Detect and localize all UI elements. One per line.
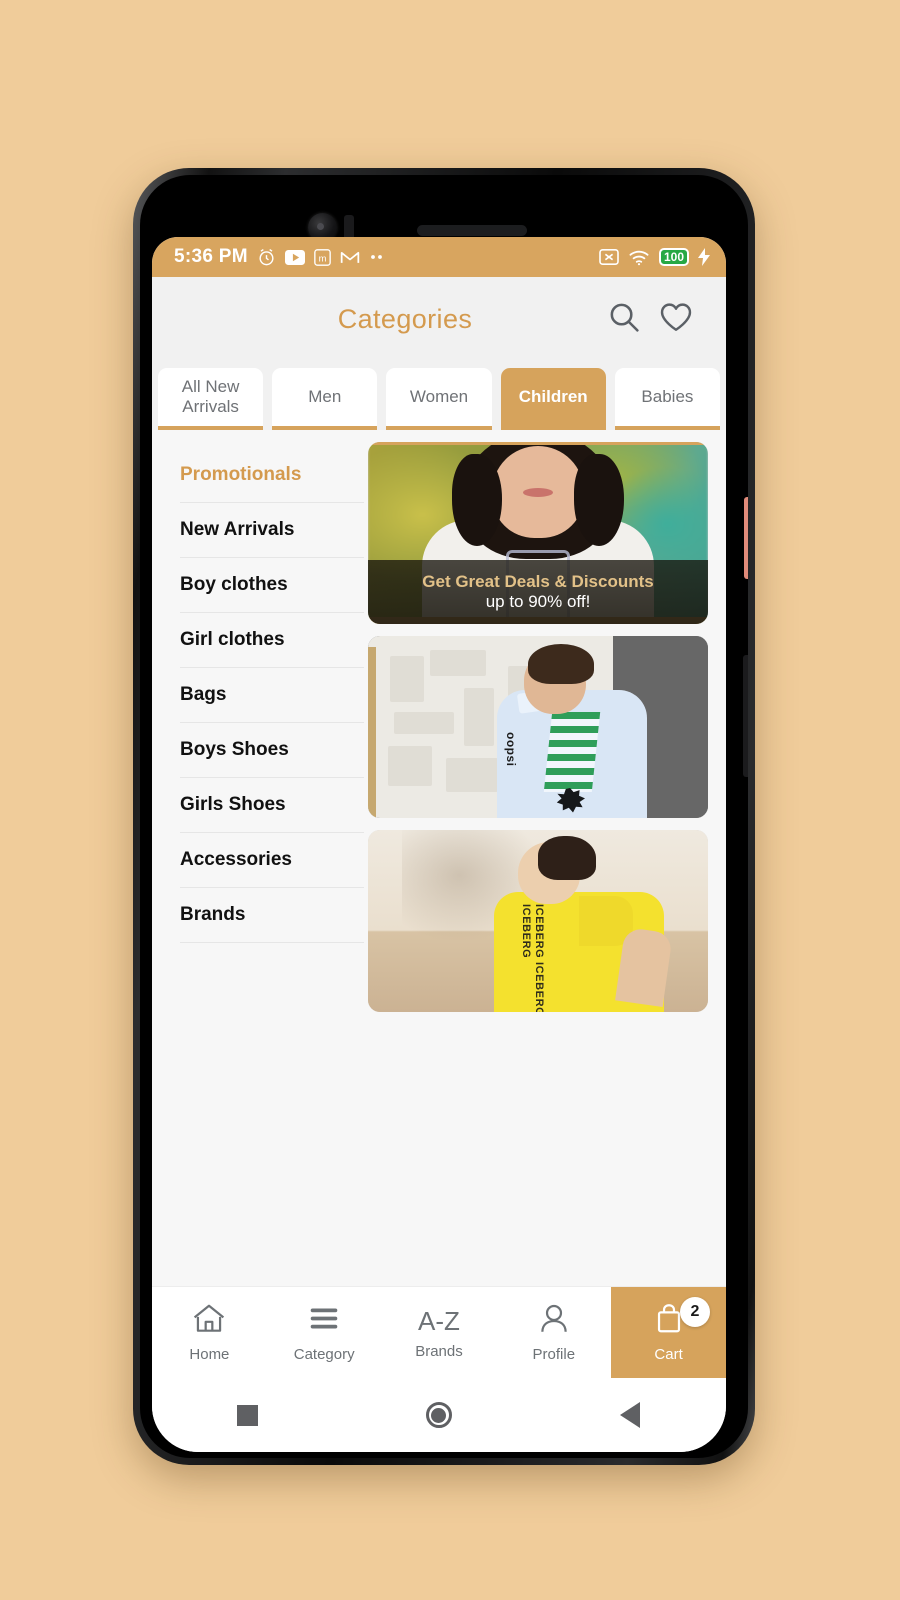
- sidebar-item-accessories[interactable]: Accessories: [180, 833, 364, 888]
- person-icon: [537, 1303, 571, 1339]
- gmail-icon: [340, 249, 360, 265]
- sidebar-item-brands[interactable]: Brands: [180, 888, 364, 943]
- m-app-icon: m: [314, 248, 331, 266]
- wifi-icon: [628, 248, 650, 266]
- phone-frame: 5:36 PM m 100 Categories All New Arrival…: [133, 168, 755, 1465]
- svg-text:m: m: [319, 253, 327, 263]
- nav-item-cart[interactable]: Cart 2: [611, 1287, 726, 1378]
- battery-icon: 100: [658, 248, 689, 266]
- banner-relief: [464, 688, 494, 746]
- banner-hair-sides: [452, 442, 624, 547]
- promo-banner-yellow-tee[interactable]: ICEBERG ICEBERG ICEBERG: [368, 830, 708, 1012]
- banner-shirt-text: ICEBERG ICEBERG ICEBERG: [520, 904, 545, 1012]
- triangle-icon: [620, 1402, 641, 1428]
- sidebar-item-girl-clothes[interactable]: Girl clothes: [180, 613, 364, 668]
- more-notifications-icon: [369, 254, 385, 260]
- promo-banner-deals[interactable]: Get Great Deals & Discounts up to 90% of…: [368, 442, 708, 624]
- search-button[interactable]: [598, 294, 650, 346]
- power-button[interactable]: [744, 497, 748, 579]
- a-z-icon: A-Z: [418, 1305, 460, 1336]
- nav-item-category[interactable]: Category: [267, 1287, 382, 1378]
- nav-label-cart: Cart: [654, 1345, 683, 1363]
- banner-relief: [388, 746, 432, 786]
- category-sidebar[interactable]: Promotionals New Arrivals Boy clothes Gi…: [152, 430, 364, 1286]
- banner-wall-edge: [368, 646, 376, 818]
- android-navigation-bar[interactable]: [152, 1378, 726, 1452]
- sidebar-item-bags[interactable]: Bags: [180, 668, 364, 723]
- promo-banner-list: Get Great Deals & Discounts up to 90% of…: [364, 430, 726, 1286]
- phone-screen: 5:36 PM m 100 Categories All New Arrival…: [152, 237, 726, 1452]
- content-area: Promotionals New Arrivals Boy clothes Gi…: [152, 430, 726, 1286]
- sidebar-item-girls-shoes[interactable]: Girls Shoes: [180, 778, 364, 833]
- banner-stripes: [543, 712, 601, 792]
- tab-babies[interactable]: Babies: [614, 368, 721, 430]
- banner-subheadline: up to 90% off!: [485, 592, 591, 611]
- status-bar: 5:36 PM m 100: [152, 237, 726, 277]
- banner-relief: [390, 656, 424, 702]
- menu-icon: [307, 1303, 341, 1339]
- status-time: 5:36 PM: [174, 246, 248, 267]
- charging-bolt-icon: [698, 248, 710, 266]
- sidebar-item-new-arrivals[interactable]: New Arrivals: [180, 503, 364, 558]
- nav-label-home: Home: [189, 1345, 230, 1363]
- banner-top-strip: [368, 442, 708, 445]
- search-icon: [607, 300, 641, 339]
- nav-label-profile: Profile: [532, 1345, 576, 1363]
- volume-rocker-button[interactable]: [743, 655, 748, 777]
- sidebar-item-boy-clothes[interactable]: Boy clothes: [180, 558, 364, 613]
- cart-badge: 2: [679, 1297, 710, 1327]
- bottom-navigation[interactable]: Home Category A-Z Brands Profile Cart 2: [152, 1286, 726, 1378]
- banner-hair: [527, 644, 594, 684]
- tab-children[interactable]: Children: [500, 368, 606, 430]
- sim-disabled-icon: [599, 248, 619, 266]
- home-icon: [192, 1303, 226, 1339]
- nav-label-brands: Brands: [415, 1342, 463, 1360]
- status-bar-left: 5:36 PM m: [174, 246, 599, 268]
- nav-label-category: Category: [293, 1345, 355, 1363]
- banner-relief: [430, 650, 486, 676]
- camera-lens-dot: [317, 223, 324, 230]
- circle-icon: [425, 1402, 452, 1428]
- category-tabs[interactable]: All New Arrivals Men Women Children Babi…: [152, 362, 726, 430]
- back-button[interactable]: [535, 1402, 726, 1428]
- banner-text-overlay: Get Great Deals & Discounts up to 90% of…: [368, 560, 708, 624]
- status-bar-right: 100: [599, 248, 710, 266]
- nav-item-home[interactable]: Home: [152, 1287, 267, 1378]
- banner-headline: Get Great Deals & Discounts: [422, 572, 654, 591]
- tab-women[interactable]: Women: [386, 368, 492, 430]
- banner-arm: [614, 927, 673, 1007]
- home-button[interactable]: [343, 1402, 534, 1428]
- alarm-clock-icon: [257, 248, 276, 267]
- sidebar-item-boys-shoes[interactable]: Boys Shoes: [180, 723, 364, 778]
- app-header: Categories: [152, 277, 726, 362]
- recents-button[interactable]: [152, 1404, 343, 1426]
- youtube-icon: [284, 249, 305, 265]
- banner-relief: [446, 758, 498, 792]
- tab-all-new-arrivals[interactable]: All New Arrivals: [158, 368, 264, 430]
- banner-shirt-text: oopsi: [503, 732, 518, 767]
- nav-item-brands[interactable]: A-Z Brands: [382, 1287, 497, 1378]
- earpiece-speaker: [417, 225, 527, 236]
- nav-item-profile[interactable]: Profile: [496, 1287, 611, 1378]
- page-title: Categories: [337, 304, 473, 334]
- phone-body: 5:36 PM m 100 Categories All New Arrival…: [140, 175, 748, 1458]
- sidebar-item-promotionals[interactable]: Promotionals: [180, 448, 364, 503]
- tab-men[interactable]: Men: [272, 368, 378, 430]
- wishlist-button[interactable]: [650, 294, 702, 346]
- banner-hair: [538, 836, 596, 880]
- banner-relief: [394, 712, 454, 734]
- promo-banner-boy-shirt[interactable]: oopsi: [368, 636, 708, 818]
- square-icon: [237, 1404, 259, 1426]
- heart-icon: [659, 300, 693, 339]
